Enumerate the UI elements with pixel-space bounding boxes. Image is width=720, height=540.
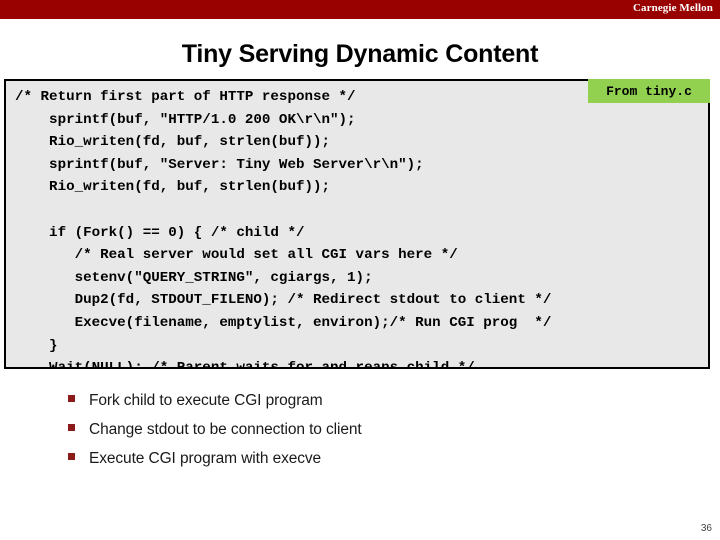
- list-item: Change stdout to be connection to client: [68, 421, 668, 445]
- code-block: /* Return first part of HTTP response */…: [4, 79, 710, 369]
- slide-number: 36: [700, 523, 712, 534]
- code-listing: /* Return first part of HTTP response */…: [15, 89, 552, 369]
- square-bullet-icon: [68, 453, 75, 460]
- square-bullet-icon: [68, 424, 75, 431]
- list-item: Fork child to execute CGI program: [68, 392, 668, 416]
- bullet-list: Fork child to execute CGI program Change…: [68, 392, 668, 479]
- list-item-label: Fork child to execute CGI program: [89, 392, 323, 409]
- brand-label: Carnegie Mellon: [632, 2, 713, 14]
- source-file-badge-label: From tiny.c: [606, 83, 692, 99]
- list-item: Execute CGI program with execve: [68, 450, 668, 474]
- top-banner: Carnegie Mellon: [0, 0, 720, 19]
- square-bullet-icon: [68, 395, 75, 402]
- list-item-label: Change stdout to be connection to client: [89, 421, 362, 438]
- source-file-badge: From tiny.c: [588, 79, 710, 103]
- list-item-label: Execute CGI program with execve: [89, 450, 322, 467]
- page-title: Tiny Serving Dynamic Content: [181, 40, 539, 68]
